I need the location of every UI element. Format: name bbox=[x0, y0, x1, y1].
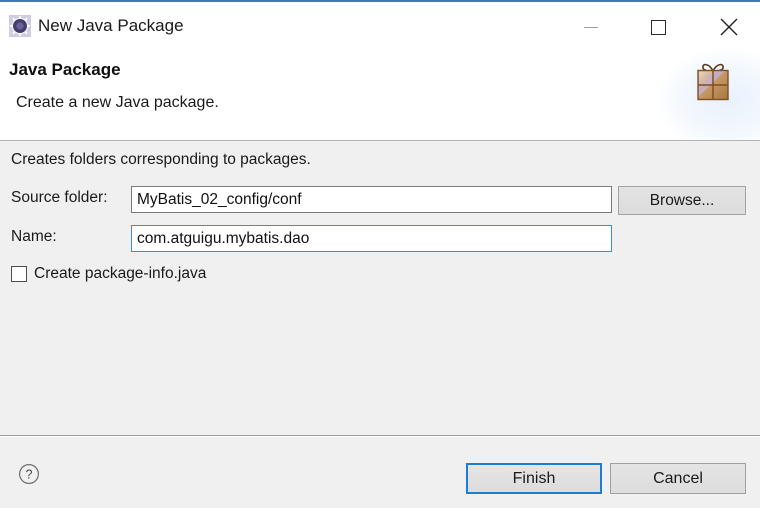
page-subtitle: Create a new Java package. bbox=[16, 94, 219, 111]
new-java-package-dialog: New Java Package Java Package Create a n… bbox=[0, 0, 760, 508]
create-package-info-checkbox-row[interactable]: Create package-info.java bbox=[11, 263, 206, 285]
cancel-button[interactable]: Cancel bbox=[610, 463, 746, 494]
dialog-body: Creates folders corresponding to package… bbox=[0, 141, 760, 436]
source-folder-label: Source folder: bbox=[11, 189, 108, 206]
minimize-button[interactable] bbox=[568, 6, 614, 48]
source-folder-input[interactable] bbox=[131, 186, 612, 213]
dialog-header: Java Package Create a new Java package. bbox=[0, 48, 760, 141]
close-button[interactable] bbox=[706, 6, 752, 48]
page-title: Java Package bbox=[9, 60, 121, 79]
create-package-info-checkbox[interactable] bbox=[11, 266, 27, 282]
title-bar: New Java Package bbox=[0, 4, 760, 48]
dialog-footer: ? Finish Cancel bbox=[0, 437, 760, 508]
close-icon bbox=[720, 18, 738, 36]
create-package-info-label: Create package-info.java bbox=[34, 265, 207, 282]
java-package-gear-icon bbox=[9, 15, 31, 37]
header-glow bbox=[610, 48, 760, 140]
finish-button[interactable]: Finish bbox=[466, 463, 602, 494]
background-window-sliver bbox=[0, 0, 760, 2]
package-name-label: Name: bbox=[11, 228, 57, 245]
gift-box-icon bbox=[689, 58, 737, 110]
body-hint-text: Creates folders corresponding to package… bbox=[11, 151, 311, 168]
window-title: New Java Package bbox=[38, 16, 184, 35]
help-question-icon[interactable]: ? bbox=[18, 463, 40, 485]
svg-text:?: ? bbox=[26, 467, 33, 481]
maximize-button[interactable] bbox=[635, 6, 681, 48]
maximize-icon bbox=[650, 19, 666, 35]
browse-button[interactable]: Browse... bbox=[618, 186, 746, 215]
package-name-input[interactable] bbox=[131, 225, 612, 252]
minimize-icon bbox=[584, 26, 598, 28]
